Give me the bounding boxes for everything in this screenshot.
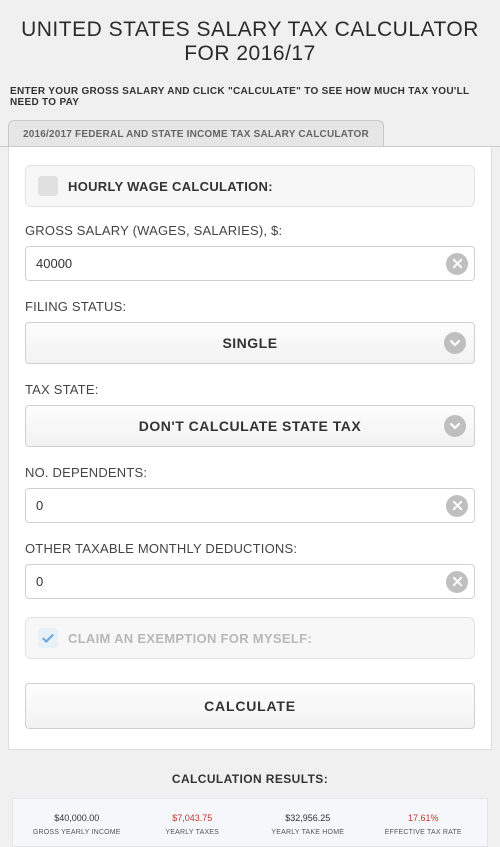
results-title: CALCULATION RESULTS: [0,750,500,798]
tax-state-value: DON'T CALCULATE STATE TAX [139,418,361,434]
dependents-field [25,488,475,523]
filing-status-label: FILING STATUS: [25,299,475,314]
result-value: $7,043.75 [137,813,249,823]
exemption-toggle[interactable]: CLAIM AN EXEMPTION FOR MYSELF: [25,617,475,659]
clear-icon[interactable] [446,571,468,593]
filing-status-select[interactable]: SINGLE [25,322,475,364]
result-value: 17.61% [368,813,480,823]
form-panel: HOURLY WAGE CALCULATION: GROSS SALARY (W… [8,147,492,750]
result-value: $32,956.25 [252,813,364,823]
filing-status-value: SINGLE [222,335,277,351]
results-row: $40,000.00 GROSS YEARLY INCOME $7,043.75… [19,809,481,840]
deductions-input[interactable] [26,565,446,598]
result-label: EFFECTIVE TAX RATE [368,829,480,836]
result-label: GROSS YEARLY INCOME [21,829,133,836]
result-label: YEARLY TAXES [137,829,249,836]
tab-row: 2016/2017 FEDERAL AND STATE INCOME TAX S… [0,120,500,147]
result-gross-income: $40,000.00 GROSS YEARLY INCOME [19,809,135,840]
gross-salary-input[interactable] [26,247,446,280]
checkbox-checked-icon [38,628,58,648]
dependents-label: NO. DEPENDENTS: [25,465,475,480]
hourly-wage-label: HOURLY WAGE CALCULATION: [68,179,273,194]
results-panel: $40,000.00 GROSS YEARLY INCOME $7,043.75… [12,798,488,847]
deductions-label: OTHER TAXABLE MONTHLY DEDUCTIONS: [25,541,475,556]
deductions-field [25,564,475,599]
instruction-text: ENTER YOUR GROSS SALARY AND CLICK "CALCU… [0,76,500,120]
result-yearly-taxes: $7,043.75 YEARLY TAXES [135,809,251,840]
chevron-down-icon [444,332,466,354]
result-label: YEARLY TAKE HOME [252,829,364,836]
result-tax-rate: 17.61% EFFECTIVE TAX RATE [366,809,482,840]
gross-salary-field [25,246,475,281]
clear-icon[interactable] [446,253,468,275]
result-value: $40,000.00 [21,813,133,823]
chevron-down-icon [444,415,466,437]
checkbox-icon [38,176,58,196]
calculate-button[interactable]: CALCULATE [25,683,475,729]
exemption-label: CLAIM AN EXEMPTION FOR MYSELF: [68,631,312,646]
tab-calculator[interactable]: 2016/2017 FEDERAL AND STATE INCOME TAX S… [8,120,384,146]
dependents-input[interactable] [26,489,446,522]
result-take-home: $32,956.25 YEARLY TAKE HOME [250,809,366,840]
tax-state-label: TAX STATE: [25,382,475,397]
gross-salary-label: GROSS SALARY (WAGES, SALARIES), $: [25,223,475,238]
page-title: UNITED STATES SALARY TAX CALCULATOR FOR … [0,0,500,76]
tax-state-select[interactable]: DON'T CALCULATE STATE TAX [25,405,475,447]
hourly-wage-toggle[interactable]: HOURLY WAGE CALCULATION: [25,165,475,207]
clear-icon[interactable] [446,495,468,517]
